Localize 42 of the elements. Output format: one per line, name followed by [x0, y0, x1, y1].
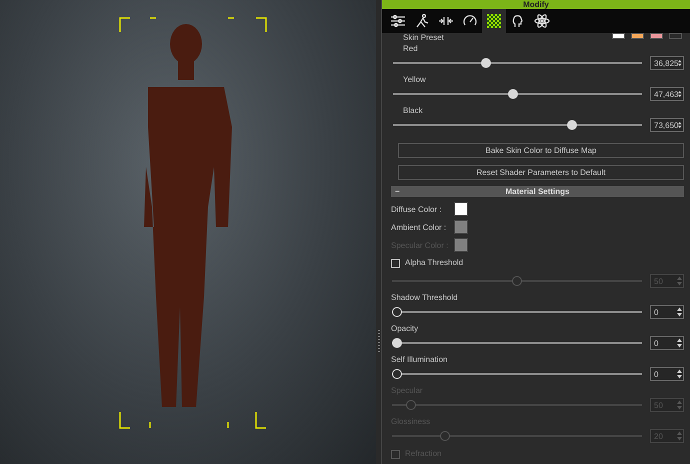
checkerboard-icon	[487, 14, 501, 28]
skin-preset-label: Skin Preset	[403, 33, 444, 41]
spin-arrows-icon[interactable]	[677, 338, 682, 348]
checkbox[interactable]	[391, 258, 400, 268]
number-spinbox[interactable]: 0	[650, 367, 684, 381]
slider-thumb[interactable]	[508, 89, 518, 99]
number-spinbox[interactable]: 47,463	[650, 87, 684, 101]
slider-label: Opacity	[391, 324, 418, 334]
running-figure-icon	[414, 13, 430, 29]
slider-label: Shadow Threshold	[391, 293, 458, 303]
panel-tab[interactable]	[482, 9, 506, 33]
sliders-icon	[390, 13, 406, 29]
number-spinbox[interactable]: 36,825	[650, 56, 684, 70]
preset-swatch[interactable]	[612, 33, 625, 39]
spin-arrows-icon[interactable]	[677, 369, 682, 379]
slider-label: Yellow	[403, 75, 426, 85]
action-button[interactable]: Bake Skin Color to Diffuse Map	[398, 143, 684, 158]
slider-thumb[interactable]	[567, 120, 578, 130]
spin-arrows-icon[interactable]	[678, 58, 682, 68]
number-spinbox[interactable]: 0	[650, 336, 684, 350]
color-swatch[interactable]	[454, 220, 468, 234]
spin-arrows-icon[interactable]	[678, 120, 682, 130]
slider-thumb[interactable]	[392, 338, 402, 348]
spin-arrows-icon[interactable]	[677, 307, 682, 317]
checkbox-label: Alpha Threshold	[405, 258, 464, 268]
atom-icon	[534, 13, 550, 29]
preset-swatch[interactable]	[650, 33, 663, 39]
panel-title: Modify	[382, 0, 690, 9]
number-spinbox[interactable]: 73,650	[650, 118, 684, 132]
slider-label: Black	[403, 106, 423, 116]
preset-swatch[interactable]	[669, 33, 682, 39]
color-label: Diffuse Color :	[391, 204, 443, 214]
slider-label: Red	[403, 44, 418, 54]
slider-label: Self Illumination	[391, 355, 448, 365]
section-header[interactable]: − Material Settings	[391, 186, 684, 197]
spin-arrows-icon[interactable]	[678, 89, 682, 99]
slider-thumb[interactable]	[481, 58, 492, 68]
number-spinbox[interactable]: 0	[650, 305, 684, 319]
preset-swatch[interactable]	[631, 33, 644, 39]
action-button[interactable]: Reset Shader Parameters to Default	[398, 165, 684, 180]
color-label: Ambient Color :	[391, 222, 446, 232]
color-swatch[interactable]	[454, 202, 468, 216]
